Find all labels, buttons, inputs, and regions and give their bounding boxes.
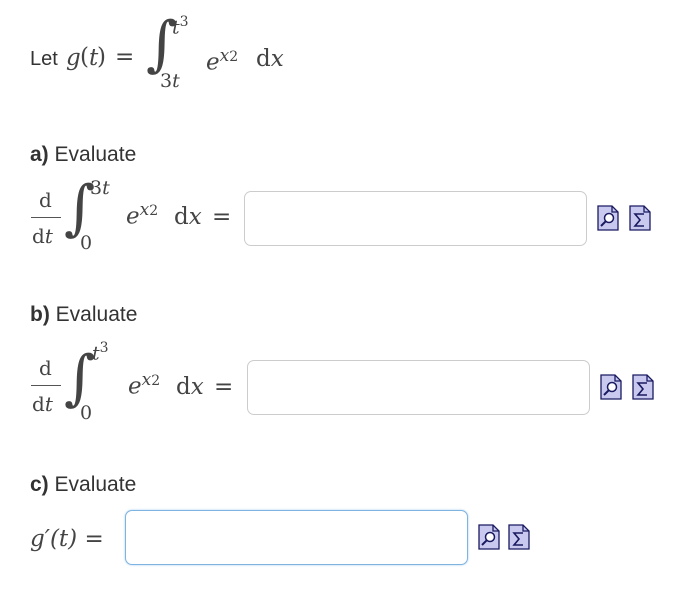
part-b-deriv-num: d xyxy=(39,356,52,380)
differential: dx xyxy=(256,46,284,72)
part-b-differential: dx xyxy=(176,374,204,400)
part-c-answer-input[interactable] xyxy=(125,510,468,565)
part-b-integrand: ex2 xyxy=(128,370,161,400)
part-a-answer-input[interactable] xyxy=(244,191,587,246)
part-b-answer-input[interactable] xyxy=(247,360,590,415)
function-name: g xyxy=(66,45,81,71)
lower-limit: 3t xyxy=(160,70,180,92)
part-b-frac-bar xyxy=(31,385,61,386)
part-a-equals: = xyxy=(212,204,232,230)
part-a-integrand: ex2 xyxy=(126,200,159,230)
part-c-letter: c) xyxy=(30,473,49,496)
part-a-deriv-num: d xyxy=(39,188,52,212)
part-a-prompt: Evaluate xyxy=(54,143,137,166)
part-a-deriv-den: dt xyxy=(32,224,53,248)
part-a-lower-limit: 0 xyxy=(80,232,93,254)
upper-limit: t3 xyxy=(172,14,189,39)
part-b-lower-limit: 0 xyxy=(80,402,93,424)
part-a-upper-limit: 3t xyxy=(90,177,110,199)
part-b-integral-sign: ∫ xyxy=(64,343,96,413)
part-b-equals: = xyxy=(214,374,234,400)
part-a-differential: dx xyxy=(174,204,202,230)
part-b-upper-limit: t3 xyxy=(92,340,109,365)
part-b-letter: b) xyxy=(30,303,50,326)
equation-editor-sigma-icon[interactable] xyxy=(632,374,654,400)
part-c-heading: c) Evaluate xyxy=(30,473,136,497)
part-a-heading: a) Evaluate xyxy=(30,143,136,167)
part-a-letter: a) xyxy=(30,143,49,166)
close-paren: ) xyxy=(97,44,106,70)
part-b-prompt: Evaluate xyxy=(55,303,138,326)
part-c-lhs: g′(t) = xyxy=(30,526,104,552)
equals-sign: = xyxy=(115,44,135,70)
open-paren: ( xyxy=(80,44,89,70)
preview-magnifier-icon[interactable] xyxy=(597,205,619,231)
let-label: Let xyxy=(30,48,58,70)
part-a-frac-bar xyxy=(31,217,61,218)
equation-editor-sigma-icon[interactable] xyxy=(629,205,651,231)
integrand: ex2 xyxy=(206,46,239,76)
part-c-prompt: Evaluate xyxy=(54,473,137,496)
preview-magnifier-icon[interactable] xyxy=(600,374,622,400)
preview-magnifier-icon[interactable] xyxy=(478,524,500,550)
part-b-heading: b) Evaluate xyxy=(30,303,137,327)
part-b-deriv-den: dt xyxy=(32,392,53,416)
equation-editor-sigma-icon[interactable] xyxy=(508,524,530,550)
